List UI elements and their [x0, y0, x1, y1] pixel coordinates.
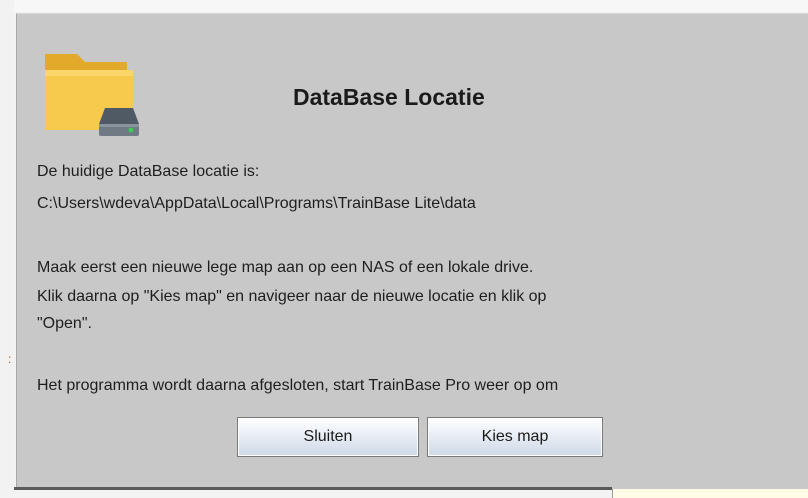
choose-folder-button[interactable]: Kies map [427, 417, 603, 457]
instruction-line-2: Klik daarna op "Kies map" en navigeer na… [37, 288, 547, 305]
background-marker: : [8, 352, 12, 366]
instruction-line-3: "Open". [37, 315, 92, 332]
folder-drive-icon [45, 54, 139, 136]
close-button[interactable]: Sluiten [237, 417, 419, 457]
background-left [0, 0, 14, 497]
current-location-path: C:\Users\wdeva\AppData\Local\Programs\Tr… [37, 195, 476, 212]
dialog-title: DataBase Locatie [293, 84, 485, 110]
restart-note: Het programma wordt daarna afgesloten, s… [37, 377, 559, 394]
background-top [0, 0, 808, 12]
choose-folder-button-label: Kies map [481, 428, 549, 445]
database-location-dialog: DataBase Locatie De huidige DataBase loc… [16, 13, 808, 489]
current-location-label: De huidige DataBase locatie is: [37, 163, 260, 180]
instruction-line-1: Maak eerst een nieuwe lege map aan op ee… [37, 259, 534, 276]
dialog-bottom-border [14, 487, 612, 490]
close-button-label: Sluiten [303, 428, 353, 445]
